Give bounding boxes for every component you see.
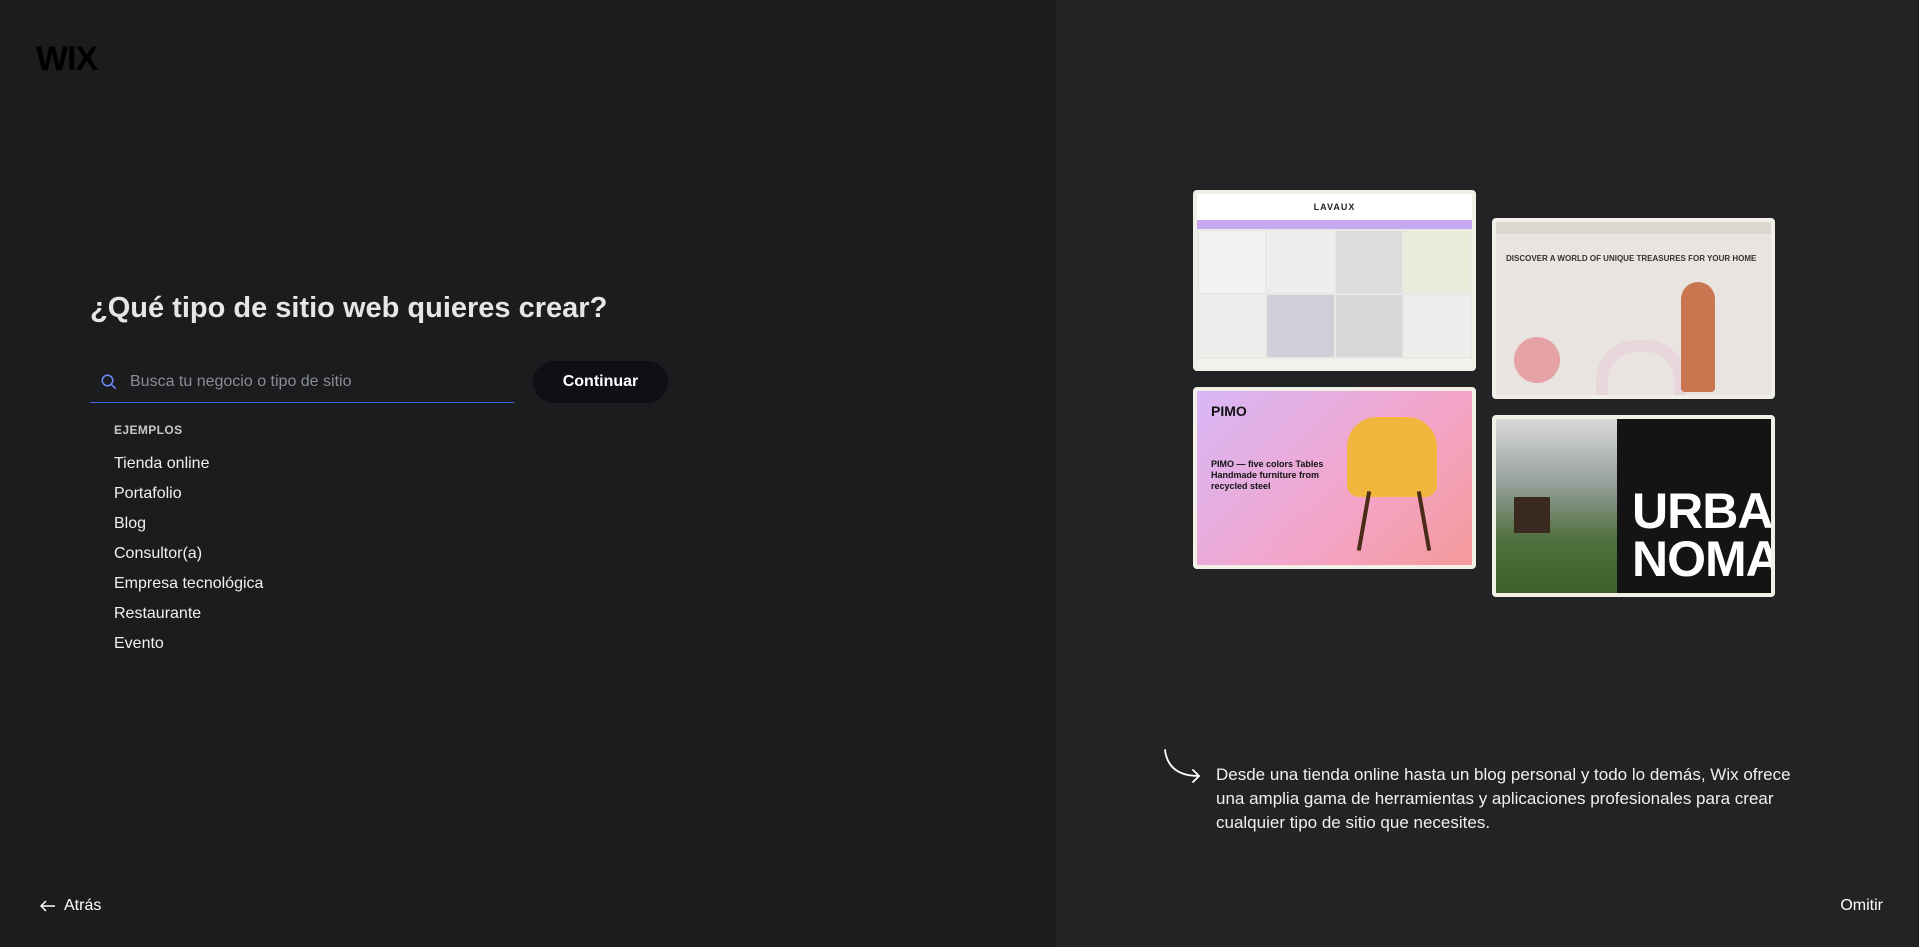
template-preview-travel: URBAN NOMAD: [1492, 415, 1775, 597]
card-brand: LAVAUX: [1313, 202, 1356, 212]
example-item[interactable]: Tienda online: [114, 449, 263, 479]
card-copy: PIMO — five colors Tables Handmade furni…: [1211, 459, 1324, 491]
examples-list: EJEMPLOS Tienda online Portafolio Blog C…: [114, 423, 263, 659]
example-item[interactable]: Restaurante: [114, 599, 263, 629]
example-item[interactable]: Blog: [114, 509, 263, 539]
left-panel: WIX ¿Qué tipo de sitio web quieres crear…: [0, 0, 1056, 947]
wix-logo: WIX: [36, 40, 98, 78]
search-box[interactable]: [90, 362, 514, 403]
page-title: ¿Qué tipo de sitio web quieres crear?: [90, 292, 608, 324]
continue-button[interactable]: Continuar: [533, 361, 668, 403]
back-label: Atrás: [64, 897, 102, 914]
example-item[interactable]: Empresa tecnológica: [114, 569, 263, 599]
arrow-left-icon: [40, 900, 55, 912]
example-item[interactable]: Consultor(a): [114, 539, 263, 569]
search-icon: [101, 374, 117, 390]
card-heading: DISCOVER A WORLD OF UNIQUE TREASURES FOR…: [1506, 254, 1757, 263]
search-input[interactable]: [128, 372, 512, 392]
card-brand: PIMO: [1211, 403, 1247, 419]
back-button[interactable]: Atrás: [40, 897, 101, 915]
curved-arrow-icon: [1164, 749, 1201, 783]
skip-button[interactable]: Omitir: [1840, 897, 1883, 915]
template-preview-store: LAVAUX: [1193, 190, 1476, 371]
card-title: URBAN NOMAD: [1632, 483, 1773, 587]
example-item[interactable]: Portafolio: [114, 479, 263, 509]
feature-caption: Desde una tienda online hasta un blog pe…: [1216, 765, 1791, 832]
template-preview-home: DISCOVER A WORLD OF UNIQUE TREASURES FOR…: [1492, 218, 1775, 399]
example-item[interactable]: Evento: [114, 629, 263, 659]
examples-title: EJEMPLOS: [114, 423, 183, 437]
template-preview-furniture: PIMO PIMO — five colors Tables Handmade …: [1193, 387, 1476, 569]
